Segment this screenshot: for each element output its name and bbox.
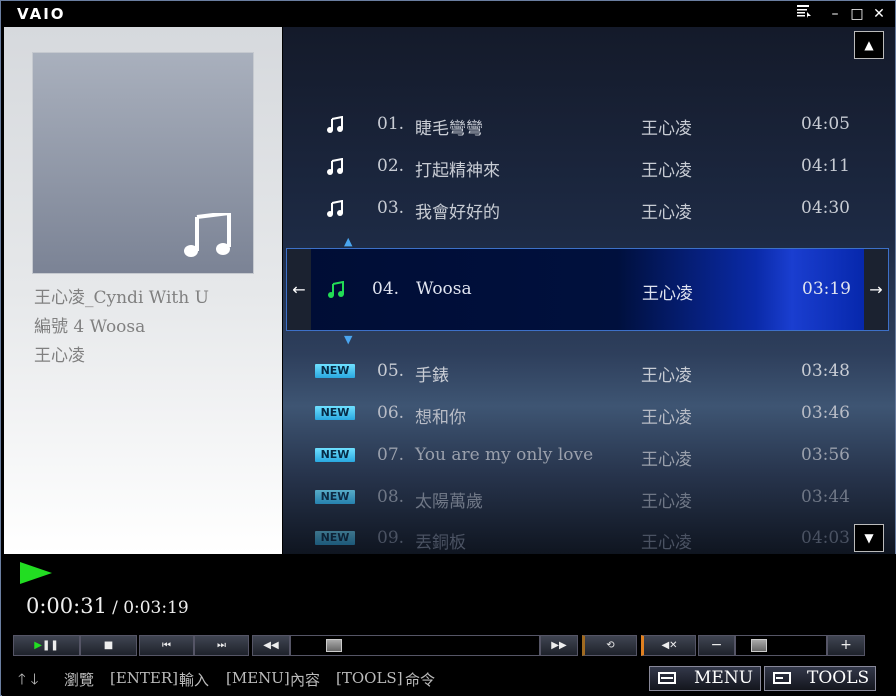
time-display: 0:00:31 / 0:03:19 bbox=[26, 594, 189, 618]
music-note-icon bbox=[315, 199, 355, 218]
player-controls: 0:00:31 / 0:03:19 ▶❚❚ ■ ⏮ ⏭ ◀◀ ▶▶ ⟲ ◀✕ −… bbox=[2, 554, 896, 696]
tools-button[interactable]: TOOLS bbox=[764, 666, 876, 691]
next-track-button[interactable]: ⏭ bbox=[194, 635, 249, 656]
help-enter-label: 輸入 bbox=[179, 671, 210, 689]
list-item[interactable]: 02. 打起精神來 王心凌 04:11 bbox=[283, 147, 895, 187]
menu-button[interactable]: MENU bbox=[649, 666, 761, 691]
new-badge: NEW bbox=[315, 531, 355, 545]
new-badge: NEW bbox=[315, 490, 355, 504]
now-playing-panel: 王心凌_Cyndi With U 編號 4 Woosa 王心凌 bbox=[4, 27, 282, 554]
help-tools-key: [TOOLS] bbox=[336, 669, 403, 687]
list-item[interactable]: NEW 05. 手錶 王心凌 03:48 bbox=[283, 352, 895, 392]
mute-button[interactable]: ◀✕ bbox=[641, 635, 696, 656]
seek-bar[interactable] bbox=[290, 635, 540, 656]
play-pause-button[interactable]: ▶❚❚ bbox=[13, 635, 80, 656]
seek-handle[interactable] bbox=[326, 639, 342, 652]
close-button[interactable]: ✕ bbox=[869, 4, 889, 24]
artist-name: 王心凌 bbox=[34, 346, 85, 366]
music-note-icon bbox=[316, 280, 356, 299]
playing-status-icon bbox=[20, 562, 52, 584]
move-up-indicator-icon: ▲ bbox=[344, 235, 353, 248]
volume-slider[interactable] bbox=[735, 635, 827, 656]
list-item[interactable]: NEW 09. 丟銅板 王心凌 04:03 bbox=[283, 519, 895, 554]
list-item[interactable]: NEW 07. You are my only love 王心凌 03:56 bbox=[283, 436, 895, 476]
album-art bbox=[33, 53, 253, 273]
help-tools-label: 命令 bbox=[405, 671, 436, 689]
volume-down-button[interactable]: − bbox=[698, 635, 735, 656]
list-item[interactable]: 03. 我會好好的 王心凌 04:30 bbox=[283, 189, 895, 229]
scroll-up-button[interactable]: ▲ bbox=[854, 31, 884, 59]
vaio-logo: VAIO bbox=[17, 5, 66, 23]
playlist: ▲ ▼ 01. 睫毛彎彎 王心凌 04:05 02. 打起精神來 王心凌 04:… bbox=[283, 27, 895, 554]
album-name: 王心凌_Cyndi With U bbox=[34, 288, 209, 308]
list-item[interactable]: NEW 08. 太陽萬歲 王心凌 03:44 bbox=[283, 478, 895, 518]
window-menu-icon[interactable] bbox=[794, 4, 814, 24]
tools-icon bbox=[773, 672, 791, 684]
total-time: / 0:03:19 bbox=[112, 598, 189, 618]
list-item[interactable]: NEW 06. 想和你 王心凌 03:46 bbox=[283, 394, 895, 434]
track-number-title: 編號 4 Woosa bbox=[34, 317, 146, 337]
previous-track-button[interactable]: ⏮ bbox=[139, 635, 194, 656]
new-badge: NEW bbox=[315, 448, 355, 462]
volume-handle[interactable] bbox=[751, 639, 767, 652]
music-note-icon bbox=[315, 115, 355, 134]
list-item[interactable]: 01. 睫毛彎彎 王心凌 04:05 bbox=[283, 105, 895, 145]
up-down-arrows-icon: 🡑 🡓 bbox=[18, 670, 39, 688]
menu-icon bbox=[658, 672, 676, 684]
repeat-button[interactable]: ⟲ bbox=[582, 635, 637, 656]
minimize-button[interactable]: – bbox=[825, 4, 845, 24]
new-badge: NEW bbox=[315, 364, 355, 378]
volume-up-button[interactable]: + bbox=[827, 635, 865, 656]
help-browse: 瀏覽 bbox=[64, 671, 95, 689]
title-bar: VAIO – □ ✕ bbox=[1, 1, 895, 26]
new-badge: NEW bbox=[315, 406, 355, 420]
stop-button[interactable]: ■ bbox=[80, 635, 137, 656]
elapsed-time: 0:00:31 bbox=[26, 594, 107, 618]
music-note-icon bbox=[315, 157, 355, 176]
help-enter-key: [ENTER] bbox=[110, 669, 179, 687]
maximize-button[interactable]: □ bbox=[847, 4, 867, 24]
help-menu-label: 內容 bbox=[290, 671, 321, 689]
music-note-icon bbox=[184, 213, 231, 257]
help-menu-key: [MENU] bbox=[226, 669, 290, 687]
move-down-indicator-icon: ▼ bbox=[344, 333, 353, 346]
vaio-media-window: VAIO – □ ✕ 王心凌_Cyndi With U 編號 4 Woosa 王… bbox=[0, 0, 896, 696]
fast-forward-button[interactable]: ▶▶ bbox=[540, 635, 578, 656]
rewind-button[interactable]: ◀◀ bbox=[252, 635, 290, 656]
selected-track-row[interactable]: ← → 04. Woosa 王心凌 03:19 bbox=[286, 248, 889, 331]
